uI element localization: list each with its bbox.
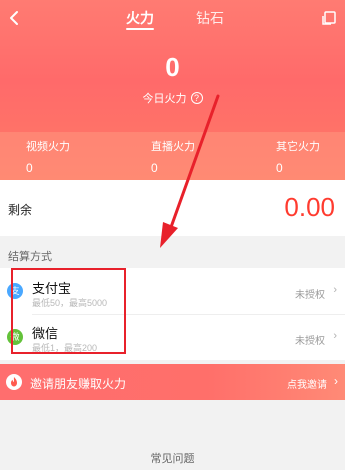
today-label: 今日火力 <box>142 93 187 105</box>
fire-icon <box>6 374 22 390</box>
method-status: 未授权 <box>295 290 325 301</box>
tab-zuanshi[interactable]: 钻石 <box>190 8 230 32</box>
hero-panel: 火力 钻石 0 今日火力 ? 视频火力 0 直播火力 0 其它火力 0 <box>0 0 345 180</box>
stat-other-label: 其它火力 <box>276 141 320 153</box>
balance-row: 剩余 0.00 <box>0 180 345 236</box>
stat-other-value: 0 <box>276 161 283 175</box>
today-value: 0 <box>165 52 180 82</box>
record-icon[interactable] <box>321 10 337 26</box>
stat-live: 直播火力 0 <box>151 138 195 175</box>
stat-other: 其它火力 0 <box>276 138 320 175</box>
stat-video-label: 视频火力 <box>26 141 70 153</box>
chevron-right-icon: › <box>333 330 337 342</box>
stat-live-value: 0 <box>151 161 158 175</box>
top-bar: 火力 钻石 <box>0 0 345 36</box>
annotation-highlight-box <box>11 268 126 354</box>
faq-link[interactable]: 常见问题 <box>0 450 345 466</box>
stat-video-value: 0 <box>26 161 33 175</box>
chevron-right-icon: › <box>334 374 338 388</box>
balance-label: 剩余 <box>8 203 33 217</box>
stat-video: 视频火力 0 <box>26 138 70 175</box>
back-icon[interactable] <box>6 9 24 27</box>
invite-banner[interactable]: 邀请朋友赚取火力 点我邀请 › <box>0 364 345 400</box>
method-status: 未授权 <box>295 336 325 347</box>
help-icon[interactable]: ? <box>190 92 203 104</box>
tab-huoli[interactable]: 火力 <box>120 8 160 32</box>
chevron-right-icon: › <box>333 284 337 296</box>
invite-label: 邀请朋友赚取火力 <box>30 377 127 391</box>
stats-row: 视频火力 0 直播火力 0 其它火力 0 <box>0 132 345 180</box>
balance-amount: 0.00 <box>284 192 335 222</box>
tab-bar: 火力 钻石 <box>120 8 230 32</box>
today-label-row: 今日火力 ? <box>0 90 345 106</box>
settlement-title: 结算方式 <box>8 251 52 263</box>
stat-live-label: 直播火力 <box>151 141 195 153</box>
invite-action[interactable]: 点我邀请 <box>287 376 327 391</box>
